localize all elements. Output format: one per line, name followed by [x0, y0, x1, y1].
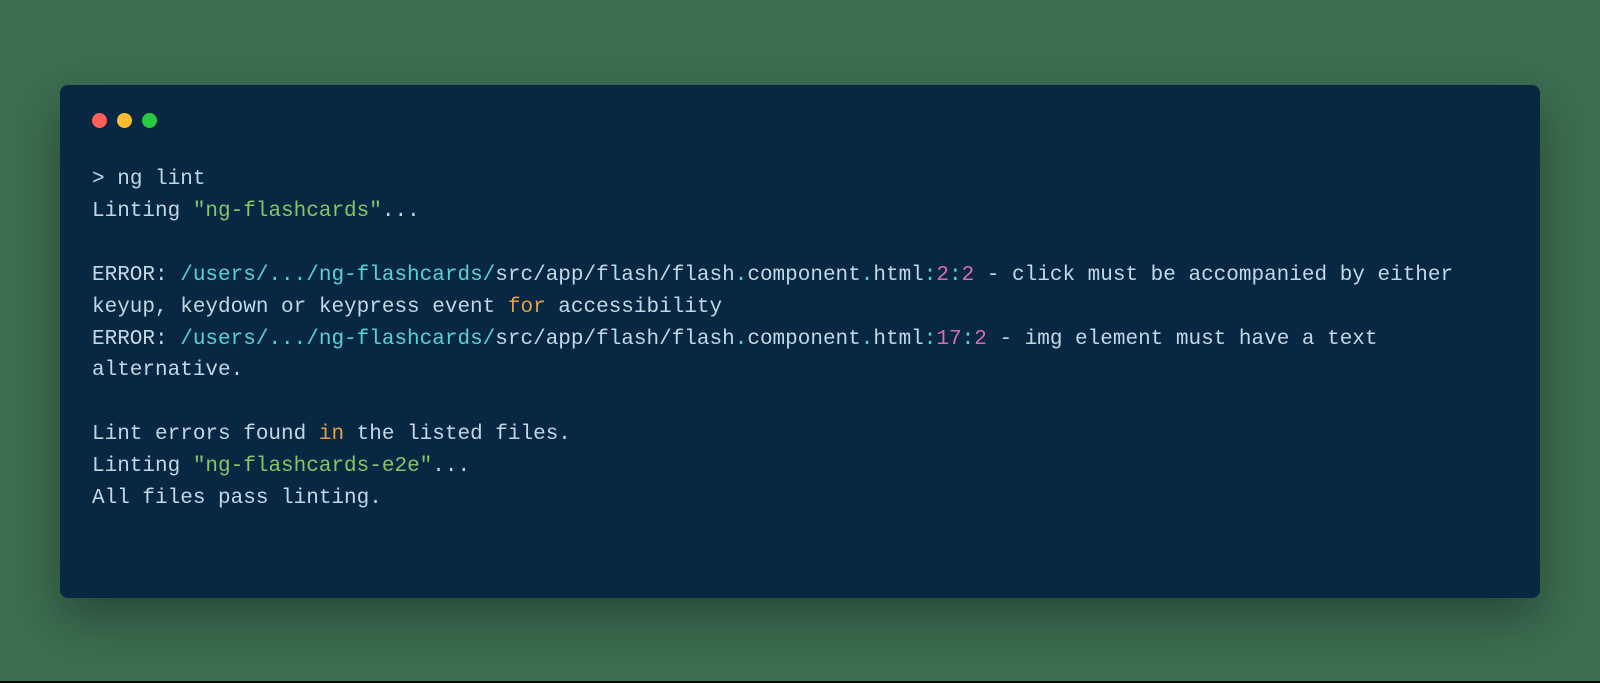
- lint1-suffix: ...: [382, 200, 420, 223]
- error2-path-prefix: /users/: [180, 328, 268, 351]
- found-post: the listed files.: [344, 423, 571, 446]
- error2-colon1: :: [924, 328, 937, 351]
- pass-line: All files pass linting.: [92, 487, 382, 510]
- zoom-icon[interactable]: [142, 113, 157, 128]
- prompt-caret: >: [92, 168, 117, 191]
- error2-dot2: .: [861, 328, 874, 351]
- window-controls: [92, 113, 1508, 128]
- minimize-icon[interactable]: [117, 113, 132, 128]
- error1-path-tail: src/app/flash/flash: [495, 264, 734, 287]
- lint2-project: "ng-flashcards-e2e": [193, 455, 432, 478]
- error1-dot1: .: [735, 264, 748, 287]
- error2-dot1: .: [735, 328, 748, 351]
- lint1-project: "ng-flashcards": [193, 200, 382, 223]
- found-in: in: [319, 423, 344, 446]
- error1-path-prefix: /users/: [180, 264, 268, 287]
- found-pre: Lint errors found: [92, 423, 319, 446]
- lint1-prefix: Linting: [92, 200, 193, 223]
- error2-colon2: :: [962, 328, 975, 351]
- terminal-output: > ng lint Linting "ng-flashcards"... ERR…: [92, 164, 1508, 515]
- error1-label: ERROR:: [92, 264, 180, 287]
- error1-colon1: :: [924, 264, 937, 287]
- error2-component: component: [747, 328, 860, 351]
- lint2-prefix: Linting: [92, 455, 193, 478]
- prompt-command: ng lint: [117, 168, 205, 191]
- error2-ext: html: [873, 328, 923, 351]
- error2-path-tail: src/app/flash/flash: [495, 328, 734, 351]
- error1-dot2: .: [861, 264, 874, 287]
- error2-col: 2: [974, 328, 987, 351]
- error1-for: for: [508, 296, 546, 319]
- error2-path-ellipsis: .../ng-flashcards/: [268, 328, 495, 351]
- error1-colon2: :: [949, 264, 962, 287]
- lint2-suffix: ...: [432, 455, 470, 478]
- error1-col: 2: [962, 264, 975, 287]
- error1-ext: html: [873, 264, 923, 287]
- terminal-window: > ng lint Linting "ng-flashcards"... ERR…: [60, 85, 1540, 598]
- error1-msg-b: accessibility: [546, 296, 722, 319]
- error2-label: ERROR:: [92, 328, 180, 351]
- error1-line: 2: [936, 264, 949, 287]
- close-icon[interactable]: [92, 113, 107, 128]
- error2-line: 17: [936, 328, 961, 351]
- error1-component: component: [747, 264, 860, 287]
- error1-path-ellipsis: .../ng-flashcards/: [268, 264, 495, 287]
